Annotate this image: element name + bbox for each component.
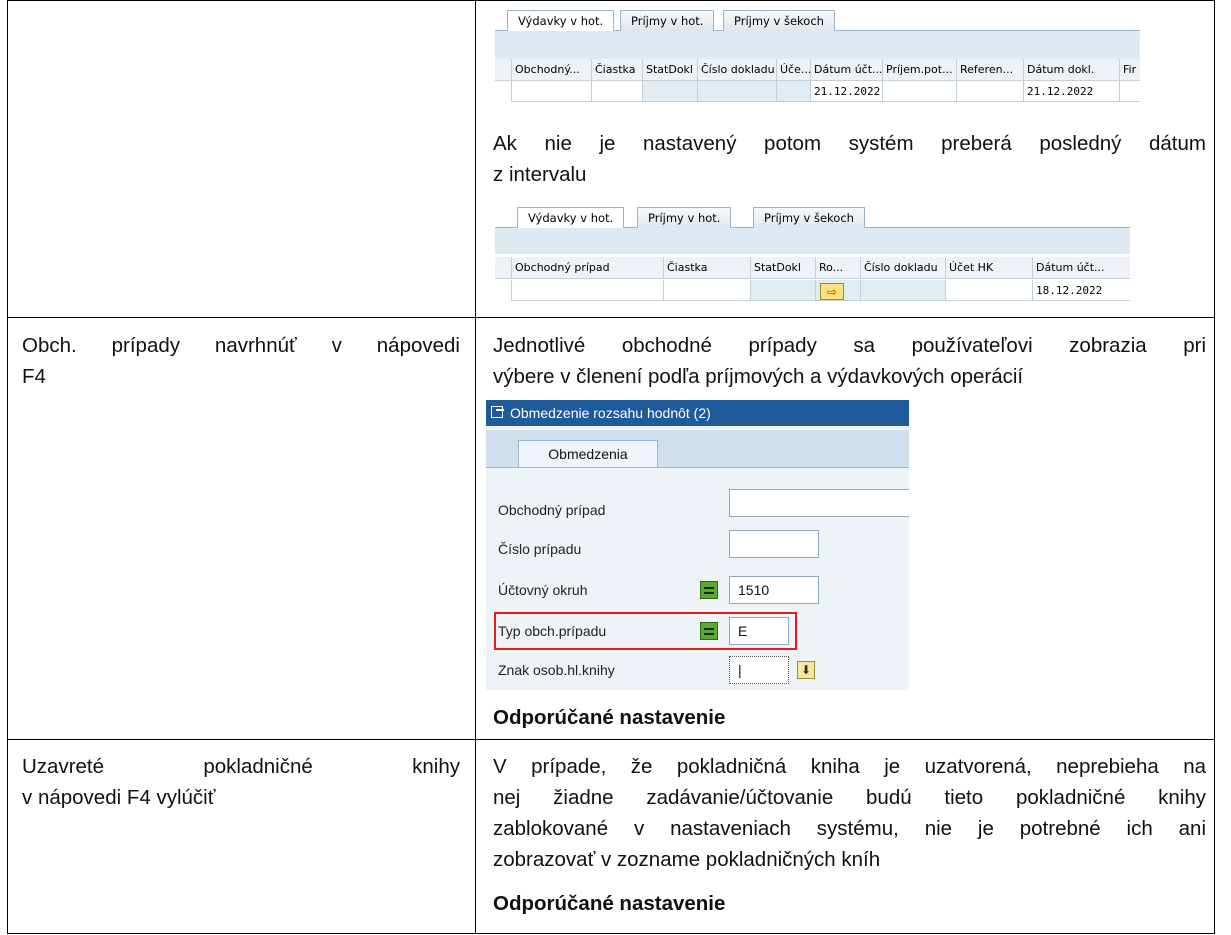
row3-recommendation: Odporúčané nastavenie [493, 892, 726, 915]
grid-header: Obchodný prípad Čiastka StatDokl Ro... Č… [495, 257, 1130, 279]
navigate-arrow-icon[interactable]: ⇨ [820, 283, 844, 300]
business-case-input[interactable] [729, 489, 909, 517]
grid-cell-doc-date[interactable]: 21.12.2022 [1023, 81, 1119, 102]
tab-cash-receipts[interactable]: Príjmy v hot. [620, 10, 715, 31]
column-header[interactable]: Čiastka [591, 59, 642, 80]
grid-header: Obchodný... Čiastka StatDokl Číslo dokla… [495, 59, 1140, 81]
column-header[interactable]: Obchodný prípad [511, 257, 663, 278]
row2-left-line2: F4 [22, 365, 46, 388]
column-header[interactable]: Ro... [815, 257, 860, 278]
row2-recommendation: Odporúčané nastavenie [493, 706, 726, 729]
column-header[interactable]: Dátum dokl. [1023, 59, 1119, 80]
window-icon [491, 406, 504, 418]
tab-check-receipts[interactable]: Príjmy v šekoch [723, 10, 835, 31]
row3-right-line4: zobrazovať v zozname pokladničných kníh [493, 848, 881, 871]
equals-selection-icon[interactable] [700, 581, 718, 599]
grid-cell[interactable] [1119, 81, 1140, 102]
column-header[interactable]: Účet HK [945, 257, 1032, 278]
grid-cell[interactable] [956, 81, 1023, 102]
grid-cell[interactable] [591, 81, 642, 102]
table-border-top [7, 0, 1215, 1]
grid-cell [697, 81, 776, 102]
grid-tabs: Výdavky v hot. Príjmy v hot. Príjmy v še… [495, 205, 1130, 229]
sap-grid-screenshot-2: Výdavky v hot. Príjmy v hot. Príjmy v še… [495, 205, 1130, 309]
dialog-tabs: Obmedzenia [486, 430, 909, 468]
row-divider [7, 317, 1215, 318]
column-header[interactable]: Fir [1119, 59, 1140, 80]
column-divider [475, 0, 476, 934]
gl-indicator-input[interactable]: | [729, 656, 789, 684]
row2-right-line1: Jednotlivé obchodné prípady sa používate… [493, 334, 1206, 357]
table-border-bottom [7, 933, 1215, 934]
row3-left-word: pokladničné [203, 755, 313, 778]
grid-tabs: Výdavky v hot. Príjmy v hot. Príjmy v še… [495, 8, 1140, 32]
row3-left-line1: Uzavreté pokladničné knihy [22, 751, 460, 782]
grid-cell [776, 81, 810, 102]
grid-cell[interactable] [882, 81, 956, 102]
value-help-icon[interactable]: ⬇ [797, 661, 815, 679]
row3-left-word: knihy [412, 755, 460, 778]
grid-cell-posting-date[interactable]: 21.12.2022 [810, 81, 882, 102]
toolbar-band [495, 228, 1130, 254]
highlight-box [494, 612, 797, 650]
column-header[interactable]: Dátum účt... [1032, 257, 1130, 278]
grid-cell [750, 280, 815, 301]
column-header[interactable]: Dátum účt... [810, 59, 882, 80]
column-header[interactable]: Príjem.pot... [882, 59, 956, 80]
value-restriction-dialog: Obmedzenie rozsahu hodnôt (2) Obmedzenia… [486, 400, 909, 690]
business-case-label: Obchodný prípad [498, 502, 606, 518]
column-header[interactable]: Čiastka [663, 257, 750, 278]
column-header[interactable]: StatDokl [750, 257, 815, 278]
grid-cell[interactable] [945, 280, 1032, 301]
column-header[interactable]: Číslo dokladu [860, 257, 945, 278]
row-divider [7, 739, 1215, 740]
tab-cash-receipts[interactable]: Príjmy v hot. [637, 207, 732, 228]
gl-indicator-label: Znak osob.hl.knihy [498, 662, 615, 678]
table-row: 21.12.2022 21.12.2022 [495, 81, 1140, 102]
row2-right-line2: výbere v členení podľa príjmových a výda… [493, 365, 1024, 388]
column-header[interactable]: StatDokl [642, 59, 697, 80]
row1-text-line1: Ak nie je nastavený potom systém preberá… [493, 132, 1206, 155]
column-header[interactable]: Úče... [776, 59, 810, 80]
column-header[interactable]: Číslo dokladu [697, 59, 776, 80]
table-border-left [7, 0, 8, 934]
sap-grid-screenshot-1: Výdavky v hot. Príjmy v hot. Príjmy v še… [495, 8, 1140, 120]
row1-text-line2: z intervalu [493, 163, 587, 186]
case-number-input[interactable] [729, 530, 819, 558]
grid-cell [860, 280, 945, 301]
grid-cell-posting-date[interactable]: 18.12.2022 [1032, 280, 1130, 301]
tab-expenses[interactable]: Výdavky v hot. [507, 10, 615, 32]
row2-left-line1: Obch. prípady navrhnúť v nápovedi [22, 334, 460, 357]
dialog-title: Obmedzenie rozsahu hodnôt (2) [510, 405, 711, 421]
company-code-label: Účtovný okruh [498, 582, 588, 598]
grid-cell[interactable] [511, 81, 591, 102]
tab-expenses[interactable]: Výdavky v hot. [517, 207, 625, 229]
dialog-title-bar: Obmedzenie rozsahu hodnôt (2) [486, 400, 909, 426]
column-header[interactable]: Referen... [956, 59, 1023, 80]
column-header[interactable]: Obchodný... [511, 59, 591, 80]
case-number-label: Číslo prípadu [498, 541, 582, 557]
row3-left-line2: v nápovedi F4 vylúčiť [22, 786, 216, 809]
company-code-input[interactable]: 1510 [729, 576, 819, 604]
tab-check-receipts[interactable]: Príjmy v šekoch [753, 207, 865, 228]
row3-right-line2: nej žiadne zadávanie/účtovanie budú tiet… [493, 786, 1206, 809]
row3-right-line1: V prípade, že pokladničná kniha je uzatv… [493, 755, 1206, 778]
grid-cell [642, 81, 697, 102]
grid-cell[interactable] [511, 280, 663, 301]
toolbar-band [495, 31, 1140, 59]
tab-restrictions[interactable]: Obmedzenia [518, 440, 658, 468]
grid-cell[interactable] [663, 280, 750, 301]
row3-left-word: Uzavreté [22, 755, 105, 778]
dialog-body: Obchodný prípad Číslo prípadu Účtovný ok… [486, 467, 909, 690]
row3-right-line3: zablokované v nastaveniach systému, nie … [493, 817, 1206, 840]
table-border-right [1214, 0, 1215, 934]
table-row: 18.12.2022 [495, 280, 1130, 301]
